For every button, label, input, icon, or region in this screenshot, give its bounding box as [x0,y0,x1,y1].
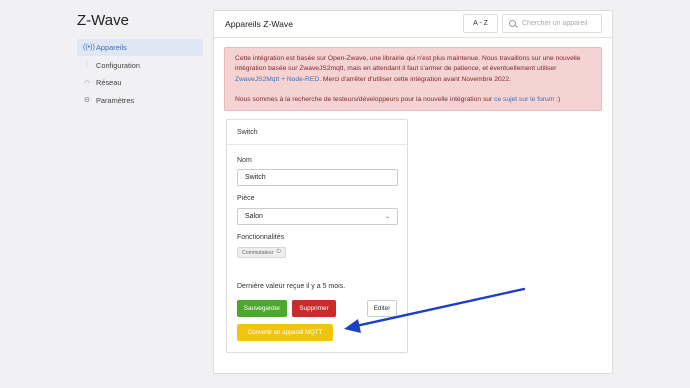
annotation-arrow [344,287,526,333]
